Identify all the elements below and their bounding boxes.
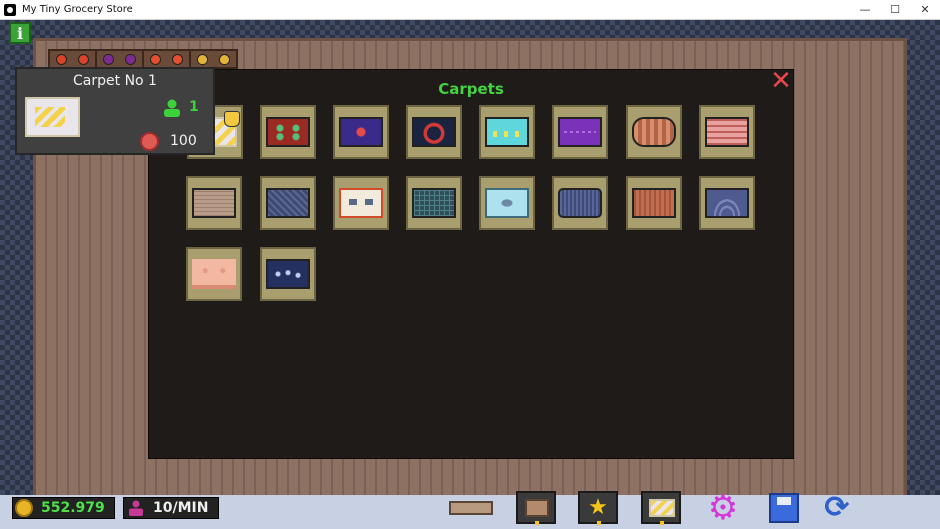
item-tooltip: Carpet No 1 1 100 xyxy=(15,67,215,155)
upgrades-button[interactable]: ★ xyxy=(578,491,618,525)
carpet-17-icon xyxy=(192,259,236,289)
grape-icon xyxy=(102,53,114,65)
fruit-shelves[interactable] xyxy=(48,49,238,69)
carpet-tile-5[interactable] xyxy=(479,105,535,159)
carpet-5-icon xyxy=(485,117,529,147)
carpet-8-icon xyxy=(705,117,749,147)
apple-icon xyxy=(55,53,67,65)
carpet-icon xyxy=(649,499,675,517)
tomato-icon xyxy=(172,53,184,65)
carpet-2-icon xyxy=(266,117,310,147)
money-value: 552.979 xyxy=(41,500,105,516)
carpet-16-icon xyxy=(705,188,749,218)
carpet-tile-9[interactable] xyxy=(186,176,242,230)
panel-title: Carpets xyxy=(438,80,504,98)
tooltip-price-value: 100 xyxy=(170,133,197,149)
window-close-button[interactable]: ✕ xyxy=(910,0,940,19)
apple-icon xyxy=(78,53,90,65)
carpet-11-icon xyxy=(339,188,383,218)
shelf-tomatoes[interactable] xyxy=(144,51,191,67)
carpet-13-icon xyxy=(485,188,529,218)
coin-icon xyxy=(140,132,159,151)
placed-carpet-preview[interactable] xyxy=(449,501,493,515)
furniture-button[interactable] xyxy=(516,491,556,525)
carpet-tile-18[interactable] xyxy=(260,247,316,301)
refresh-icon: ⟳ xyxy=(824,490,850,525)
carpet-tile-2[interactable] xyxy=(260,105,316,159)
carpet-10-icon xyxy=(266,188,310,218)
carpets-button[interactable] xyxy=(641,491,681,525)
app-icon xyxy=(4,3,16,16)
maximize-button[interactable]: ☐ xyxy=(880,0,910,19)
window-titlebar: My Tiny Grocery Store — ☐ ✕ xyxy=(0,0,940,20)
tooltip-carpet-preview xyxy=(25,97,80,137)
hand-cursor-icon xyxy=(224,111,240,127)
carpet-tile-11[interactable] xyxy=(333,176,389,230)
tooltip-title: Carpet No 1 xyxy=(73,73,157,89)
save-button[interactable] xyxy=(764,491,804,524)
grape-icon xyxy=(125,53,137,65)
carpet-18-icon xyxy=(266,259,310,289)
customer-icon xyxy=(164,99,180,117)
money-counter: 552.979 xyxy=(12,497,115,519)
indicator-dot xyxy=(597,521,601,525)
carpet-tile-12[interactable] xyxy=(406,176,462,230)
minimize-button[interactable]: — xyxy=(850,0,880,19)
shelf-pears[interactable] xyxy=(191,51,236,67)
pear-icon xyxy=(196,53,208,65)
carpet-tile-8[interactable] xyxy=(699,105,755,159)
floppy-disk-icon xyxy=(769,492,799,523)
gear-icon: ⚙ xyxy=(707,487,739,528)
star-icon: ★ xyxy=(588,495,608,520)
tooltip-customers-value: 1 xyxy=(189,99,199,115)
info-button[interactable]: i xyxy=(9,22,31,44)
shelf-grapes[interactable] xyxy=(97,51,144,67)
gold-coin-icon xyxy=(15,499,33,517)
carpet-tile-10[interactable] xyxy=(260,176,316,230)
carpet-6-icon xyxy=(558,117,602,147)
indicator-dot xyxy=(535,521,539,525)
carpet-12-icon xyxy=(412,188,456,218)
customer-rate-counter: 10/MIN xyxy=(123,497,219,519)
carpet-tile-16[interactable] xyxy=(699,176,755,230)
carpet-tile-15[interactable] xyxy=(626,176,682,230)
carpets-panel: Carpets ✕ xyxy=(148,68,794,459)
carpet-15-icon xyxy=(632,188,676,218)
pear-icon xyxy=(219,53,231,65)
refresh-button[interactable]: ⟳ xyxy=(817,490,857,525)
customer-rate-value: 10/MIN xyxy=(153,500,209,516)
carpet-tile-7[interactable] xyxy=(626,105,682,159)
window-title: My Tiny Grocery Store xyxy=(22,4,133,15)
carpet-7-icon xyxy=(632,117,676,147)
carpet-14-icon xyxy=(558,188,602,218)
carpet-tile-14[interactable] xyxy=(552,176,608,230)
carpet-tile-6[interactable] xyxy=(552,105,608,159)
carpet-tile-4[interactable] xyxy=(406,105,462,159)
shelf-icon xyxy=(525,499,549,517)
carpet-3-icon xyxy=(339,117,383,147)
carpet-9-icon xyxy=(192,188,236,218)
settings-button[interactable]: ⚙ xyxy=(703,487,743,528)
carpet-tile-13[interactable] xyxy=(479,176,535,230)
customer-icon xyxy=(129,500,143,516)
carpet-tile-17[interactable] xyxy=(186,247,242,301)
carpet-4-icon xyxy=(412,117,456,147)
carpet-tile-3[interactable] xyxy=(333,105,389,159)
close-panel-button[interactable]: ✕ xyxy=(769,68,793,94)
tomato-icon xyxy=(149,53,161,65)
shelf-apples[interactable] xyxy=(50,51,97,67)
indicator-dot xyxy=(660,521,664,525)
